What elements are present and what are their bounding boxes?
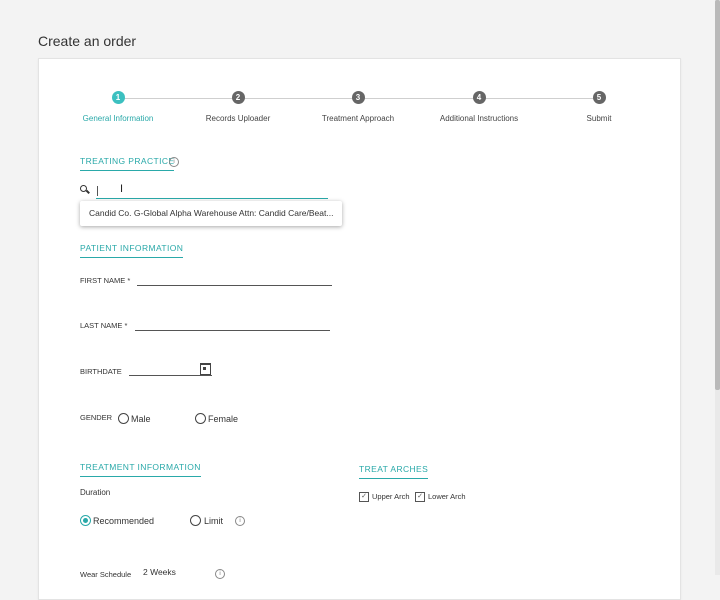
text-caret <box>97 186 98 196</box>
step-label: General Information <box>82 114 154 123</box>
last-name-input[interactable] <box>135 318 330 331</box>
step-label: Treatment Approach <box>321 114 395 123</box>
step-number: 4 <box>472 91 486 104</box>
step-label: Additional Instructions <box>439 114 519 123</box>
info-icon[interactable]: i <box>235 516 245 526</box>
search-icon <box>80 185 90 194</box>
treat-arches-title: TREAT ARCHES <box>359 464 429 479</box>
ibeam-cursor-icon: I <box>120 183 124 195</box>
scrollbar-thumb[interactable] <box>715 0 720 390</box>
page-title: Create an order <box>38 33 137 49</box>
gender-label: GENDER <box>80 413 113 422</box>
practice-dropdown-option[interactable]: Candid Co. G-Global Alpha Warehouse Attn… <box>89 208 333 218</box>
duration-limit-label[interactable]: Limit <box>204 516 223 526</box>
first-name-input[interactable] <box>137 273 332 286</box>
duration-label: Duration <box>80 488 111 497</box>
treating-practice-title: TREATING PRACTICE <box>80 156 175 171</box>
gender-male-label[interactable]: Male <box>131 414 151 424</box>
step-treatment-approach[interactable]: 3 Treatment Approach <box>298 91 418 123</box>
duration-limit-radio[interactable] <box>190 515 201 526</box>
step-submit[interactable]: 5 Submit <box>539 91 659 123</box>
info-icon[interactable]: i <box>169 157 179 167</box>
duration-recommended-radio[interactable] <box>80 515 91 526</box>
gender-female-label[interactable]: Female <box>208 414 238 424</box>
gender-female-radio[interactable] <box>195 413 206 424</box>
last-name-label: LAST NAME * <box>80 321 128 330</box>
step-general-information[interactable]: 1 General Information <box>58 91 178 123</box>
step-number: 2 <box>231 91 245 104</box>
duration-recommended-label[interactable]: Recommended <box>93 516 154 526</box>
treating-practice-search-input[interactable] <box>96 182 328 199</box>
upper-arch-checkbox[interactable]: ✓ <box>359 492 369 502</box>
step-records-uploader[interactable]: 2 Records Uploader <box>178 91 298 123</box>
info-icon[interactable]: i <box>215 569 225 579</box>
step-number: 3 <box>351 91 365 104</box>
treatment-information-title: TREATMENT INFORMATION <box>80 462 201 477</box>
practice-dropdown: Candid Co. G-Global Alpha Warehouse Attn… <box>80 201 342 226</box>
wear-schedule-select[interactable]: 2 Weeks <box>143 567 176 577</box>
calendar-icon[interactable] <box>200 363 211 375</box>
step-number: 5 <box>592 91 606 104</box>
step-number: 1 <box>111 91 125 104</box>
step-label: Records Uploader <box>205 114 271 123</box>
first-name-label: FIRST NAME * <box>80 276 131 285</box>
upper-arch-label[interactable]: Upper Arch <box>372 492 410 501</box>
patient-information-title: PATIENT INFORMATION <box>80 243 184 258</box>
gender-male-radio[interactable] <box>118 413 129 424</box>
lower-arch-label[interactable]: Lower Arch <box>428 492 466 501</box>
birthdate-label: BIRTHDATE <box>80 367 122 376</box>
step-additional-instructions[interactable]: 4 Additional Instructions <box>419 91 539 123</box>
lower-arch-checkbox[interactable]: ✓ <box>415 492 425 502</box>
step-label: Submit <box>586 114 612 123</box>
